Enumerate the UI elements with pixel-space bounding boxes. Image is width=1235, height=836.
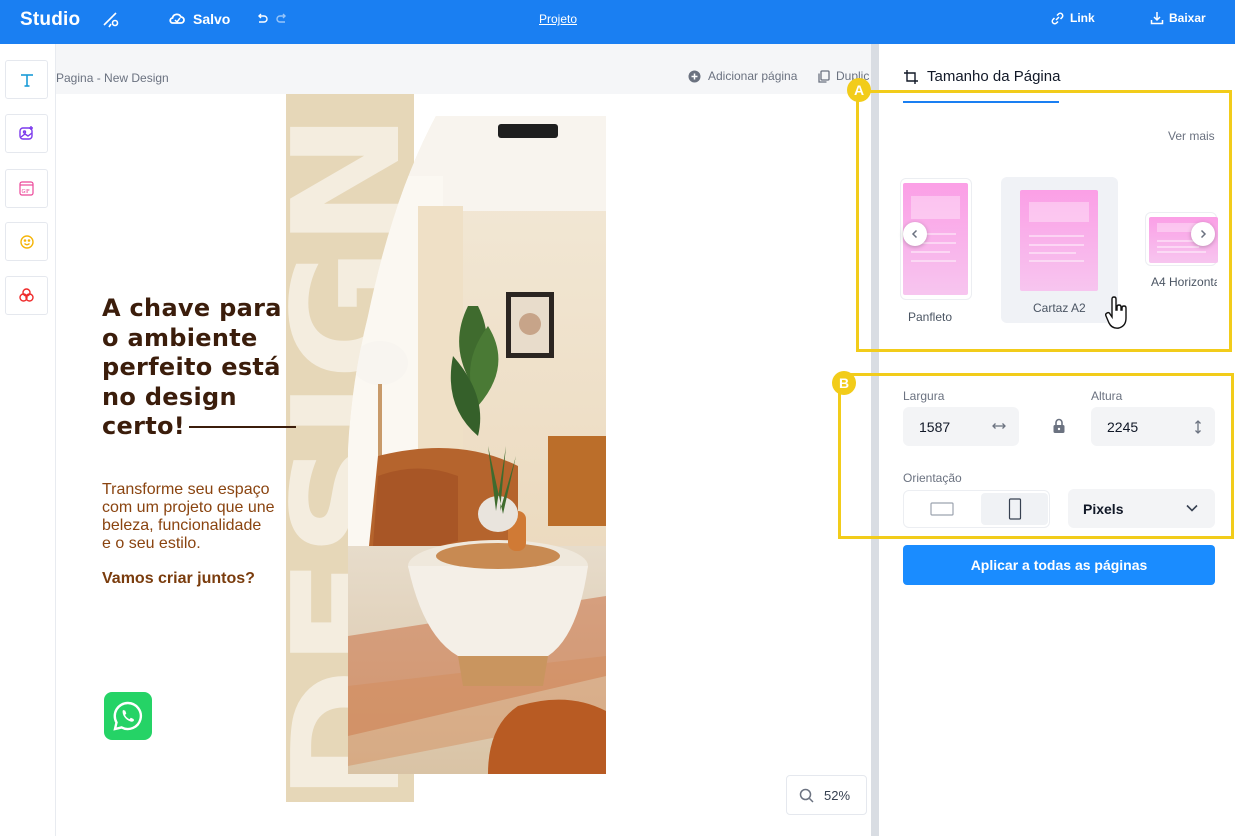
whatsapp-icon[interactable] xyxy=(104,692,152,740)
save-status-label: Salvo xyxy=(193,11,231,27)
add-page-button[interactable]: Adicionar página xyxy=(688,69,797,83)
size-label: A4 Horizonta xyxy=(1151,275,1217,289)
size-label: Panfleto xyxy=(908,310,953,324)
link-label: Link xyxy=(1070,11,1095,25)
search-icon xyxy=(799,788,814,803)
top-bar: Studio Salvo Projeto Link Baixar xyxy=(0,0,1235,44)
download-icon xyxy=(1150,12,1164,25)
whatsapp-glyph xyxy=(113,701,143,731)
units-value: Pixels xyxy=(1083,500,1124,517)
cloud-sync-icon xyxy=(169,13,185,24)
panel-title[interactable]: Tamanho da Página xyxy=(903,68,1060,85)
chevron-left-icon xyxy=(911,229,918,239)
zoom-control[interactable]: 52% xyxy=(786,775,867,815)
headline-line: no design xyxy=(102,382,237,411)
headline-rule xyxy=(189,426,297,428)
brand-logo[interactable]: Studio xyxy=(20,9,80,31)
width-input[interactable]: 1587 xyxy=(903,407,1019,446)
thumbnail xyxy=(1020,190,1098,291)
gif-tool[interactable]: GIF xyxy=(5,169,48,208)
interior-photo[interactable] xyxy=(348,116,606,774)
units-select[interactable]: Pixels xyxy=(1068,489,1215,528)
portrait-icon xyxy=(1008,498,1021,520)
emoji-tool[interactable] xyxy=(5,222,48,261)
download-button[interactable]: Baixar xyxy=(1150,11,1206,25)
call-to-action[interactable]: Vamos criar juntos? xyxy=(102,570,255,588)
carousel-next-button[interactable] xyxy=(1191,222,1215,246)
body-line: beleza, funcionalidade xyxy=(102,517,262,534)
orientation-portrait-button[interactable] xyxy=(981,493,1048,525)
width-label: Largura xyxy=(903,389,945,403)
headline-line: certo! xyxy=(102,412,186,440)
headline-line: A chave para xyxy=(102,294,282,322)
link-icon xyxy=(1051,12,1064,24)
carousel-prev-button[interactable] xyxy=(903,222,927,246)
vertical-arrows-icon xyxy=(1195,420,1201,434)
body-line: com um projeto que une xyxy=(102,499,275,516)
link-button[interactable]: Link xyxy=(1051,11,1095,25)
save-status[interactable]: Salvo xyxy=(168,10,230,28)
lock-icon[interactable] xyxy=(1052,418,1066,434)
design-page[interactable]: DESIGN xyxy=(56,94,871,836)
image-tool[interactable] xyxy=(5,114,48,153)
panel-title-label: Tamanho da Página xyxy=(927,68,1061,85)
text-icon xyxy=(20,73,33,87)
crop-icon xyxy=(904,69,918,84)
body-line: e o seu estilo. xyxy=(102,535,201,552)
see-more-link[interactable]: Ver mais xyxy=(1168,129,1215,143)
page-name[interactable]: Pagina - New Design xyxy=(56,71,169,85)
chevron-down-icon xyxy=(1186,504,1198,512)
orientation-label: Orientação xyxy=(903,471,962,485)
headline-line-last: certo! xyxy=(102,412,342,442)
width-value: 1587 xyxy=(919,418,951,435)
badge-b: B xyxy=(832,371,856,395)
undo-icon[interactable] xyxy=(255,12,269,26)
add-page-label: Adicionar página xyxy=(708,69,798,83)
gif-icon: GIF xyxy=(19,181,34,196)
shapes-icon xyxy=(19,288,34,302)
download-label: Baixar xyxy=(1169,11,1206,25)
shapes-tool[interactable] xyxy=(5,276,48,315)
copy-icon xyxy=(818,69,830,83)
chevron-right-icon xyxy=(1200,229,1207,239)
landscape-icon xyxy=(929,502,954,516)
orientation-landscape-button[interactable] xyxy=(904,491,979,527)
hand-cursor-icon xyxy=(1104,296,1127,329)
plus-circle-icon xyxy=(688,70,701,82)
emoji-icon xyxy=(19,234,34,249)
svg-text:GIF: GIF xyxy=(22,189,30,195)
headline-line: perfeito está xyxy=(102,353,281,381)
redo-icon[interactable] xyxy=(275,12,289,26)
magic-wand-icon[interactable] xyxy=(101,10,121,30)
body-text[interactable]: Transforme seu espaço com um projeto que… xyxy=(102,481,322,553)
image-icon xyxy=(19,126,33,140)
size-label: Cartaz A2 xyxy=(1033,301,1086,315)
headline[interactable]: A chave para o ambiente perfeito está no… xyxy=(102,294,342,442)
left-toolbar: GIF xyxy=(0,44,56,836)
height-label: Altura xyxy=(1091,389,1123,403)
text-tool[interactable] xyxy=(5,60,48,99)
body-line: Transforme seu espaço xyxy=(102,481,270,498)
project-link[interactable]: Projeto xyxy=(539,12,577,26)
orientation-toggle xyxy=(903,490,1050,528)
size-card-cartaz-a2[interactable]: Cartaz A2 xyxy=(1001,177,1118,323)
badge-a: A xyxy=(847,78,871,102)
canvas-header: Pagina - New Design Adicionar página Dup… xyxy=(56,44,871,94)
horizontal-arrows-icon xyxy=(992,423,1006,429)
height-input[interactable]: 2245 xyxy=(1091,407,1215,446)
height-value: 2245 xyxy=(1107,418,1139,435)
zoom-level: 52% xyxy=(824,787,851,803)
apply-all-pages-button[interactable]: Aplicar a todas as páginas xyxy=(903,545,1215,585)
headline-line: o ambiente xyxy=(102,323,258,352)
